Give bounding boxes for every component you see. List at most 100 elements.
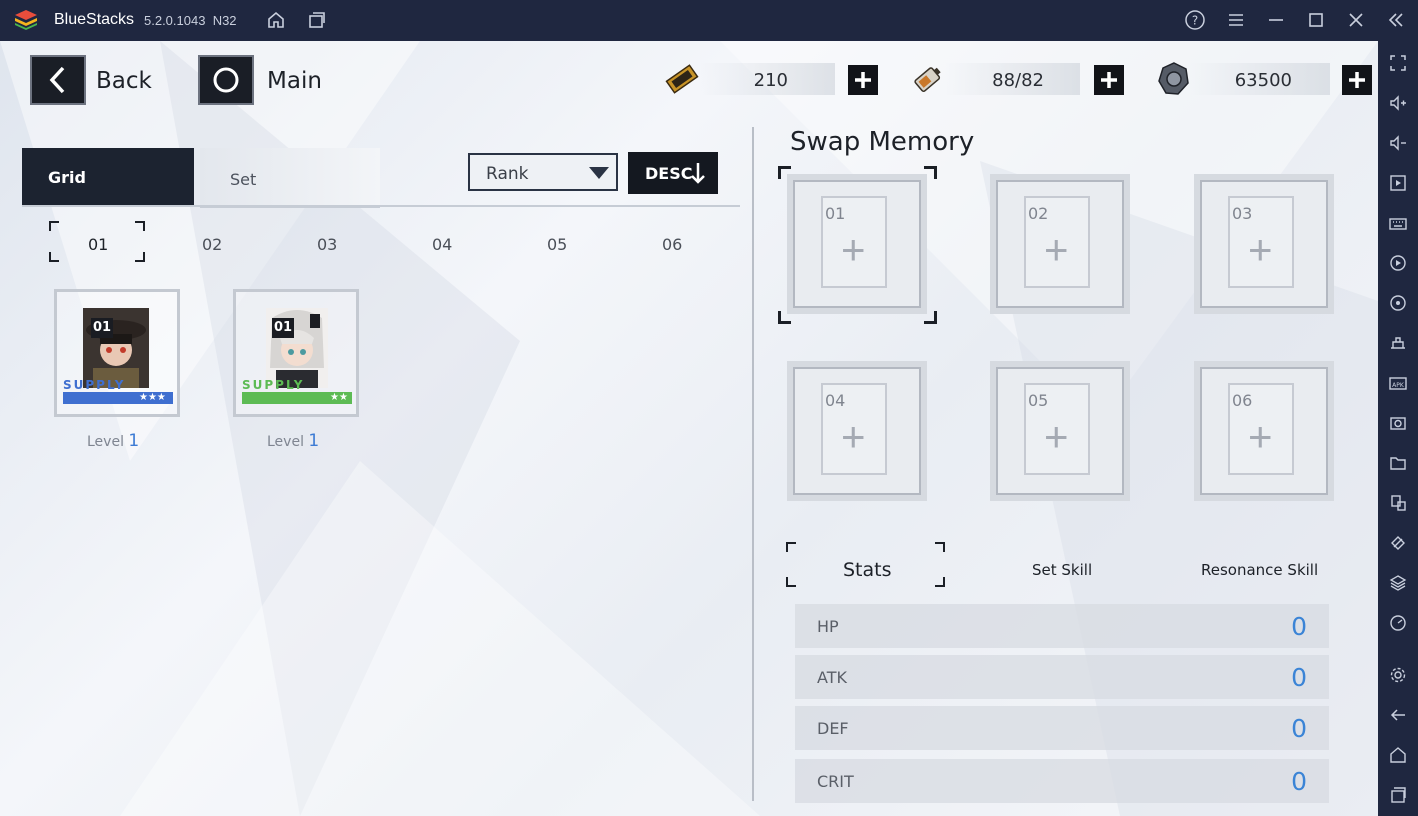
card-1-level-label: Level xyxy=(87,434,124,450)
number-tab-06[interactable]: 06 xyxy=(662,235,682,254)
layers-icon[interactable] xyxy=(1386,571,1410,595)
number-tab-01[interactable]: 01 xyxy=(88,235,108,254)
sort-order-button[interactable]: DESC xyxy=(628,152,718,194)
bluestacks-sidebar: APK xyxy=(1378,41,1418,816)
multi-instance-icon[interactable] xyxy=(304,8,328,32)
tab-set-label: Set xyxy=(230,170,257,189)
selection-bracket-br xyxy=(135,252,145,262)
selection-bracket-tr xyxy=(135,221,145,231)
tab-resonance-skill[interactable]: Resonance Skill xyxy=(1201,561,1318,579)
volume-up-icon[interactable] xyxy=(1386,91,1410,115)
number-tab-05[interactable]: 05 xyxy=(547,235,567,254)
main-button[interactable] xyxy=(198,55,254,105)
menu-icon[interactable] xyxy=(1224,8,1248,32)
stats-bracket-bl xyxy=(786,577,796,587)
arrow-down-icon xyxy=(691,163,705,184)
dropdown-triangle-icon xyxy=(589,167,609,179)
card-1-id: 01 xyxy=(91,318,113,338)
keyboard-icon[interactable] xyxy=(1386,211,1410,235)
card-2-level-label: Level xyxy=(267,434,304,450)
screen-record-icon[interactable] xyxy=(1386,171,1410,195)
card-2-stars: ★★ xyxy=(330,392,348,403)
battery-icon xyxy=(914,67,941,93)
svg-text:APK: APK xyxy=(1392,382,1405,389)
add-resource-1-button[interactable] xyxy=(848,65,878,95)
card-2-id: 01 xyxy=(272,318,294,338)
back-button[interactable] xyxy=(30,55,86,105)
install-apk-icon[interactable]: APK xyxy=(1386,371,1410,395)
memory-slot-01[interactable]: 01 + xyxy=(787,174,927,314)
slot-number: 03 xyxy=(1232,204,1253,223)
add-resource-2-button[interactable] xyxy=(1094,65,1124,95)
title-bar: BlueStacks 5.2.0.1043 N32 ? xyxy=(0,0,1418,41)
circle-icon xyxy=(213,67,239,93)
sort-select[interactable]: Rank xyxy=(468,153,618,191)
eco-mode-icon[interactable] xyxy=(1386,531,1410,555)
bluestacks-logo xyxy=(15,10,37,30)
number-tab-03[interactable]: 03 xyxy=(317,235,337,254)
add-resource-3-button[interactable] xyxy=(1342,65,1372,95)
memory-card-2[interactable]: 01 SUPPLY ★★ xyxy=(233,289,359,417)
plus-icon: + xyxy=(841,413,866,460)
operations-icon[interactable] xyxy=(1386,331,1410,355)
memory-card-1[interactable]: 01 SUPPLY ★★★ xyxy=(54,289,180,417)
app-version-info: 5.2.0.1043 N32 xyxy=(144,13,237,28)
game-screen: Back Main 210 88/82 63500 Grid Set Rank … xyxy=(0,41,1378,816)
swap-memory-title: Swap Memory xyxy=(790,127,975,157)
panel-divider xyxy=(752,127,754,801)
back-label[interactable]: Back xyxy=(96,68,152,94)
screenshot-icon[interactable] xyxy=(1386,411,1410,435)
resource-value-1: 210 xyxy=(753,70,788,91)
macro-icon[interactable] xyxy=(1386,251,1410,275)
android-home-icon[interactable] xyxy=(1386,743,1410,767)
memory-slot-02[interactable]: 02 + xyxy=(990,174,1130,314)
tab-underline xyxy=(22,205,740,207)
plus-icon: + xyxy=(841,226,866,273)
plus-icon xyxy=(855,72,871,88)
plus-icon: + xyxy=(1248,413,1273,460)
rotate-icon[interactable] xyxy=(1386,291,1410,315)
tab-stats[interactable]: Stats xyxy=(843,559,892,581)
fullscreen-icon[interactable] xyxy=(1386,51,1410,75)
settings-icon[interactable] xyxy=(1386,663,1410,687)
resource-value-2: 88/82 xyxy=(992,70,1044,91)
stats-bracket-tr xyxy=(935,542,945,552)
card-2-badge: SUPPLY xyxy=(242,378,305,392)
sort-order-label: DESC xyxy=(645,164,693,183)
card-1-badge: SUPPLY xyxy=(63,378,126,392)
tab-grid[interactable]: Grid xyxy=(22,148,194,206)
gold-ticket-icon xyxy=(665,64,699,94)
number-tab-04[interactable]: 04 xyxy=(432,235,452,254)
selection-bracket-tl xyxy=(49,221,59,231)
close-icon[interactable] xyxy=(1344,8,1368,32)
minimize-icon[interactable] xyxy=(1264,8,1288,32)
stat-value: 0 xyxy=(1291,767,1307,796)
card-2-level-value: 1 xyxy=(308,431,320,451)
tab-set[interactable]: Set xyxy=(200,148,380,208)
maximize-icon[interactable] xyxy=(1304,8,1328,32)
memory-slot-04[interactable]: 04 + xyxy=(787,361,927,501)
folder-icon[interactable] xyxy=(1386,451,1410,475)
main-label[interactable]: Main xyxy=(267,68,322,94)
back-arrow-icon[interactable] xyxy=(1386,703,1410,727)
slot-number: 06 xyxy=(1232,391,1253,410)
home-icon[interactable] xyxy=(264,8,288,32)
card-1-stars: ★★★ xyxy=(139,392,166,403)
collapse-sidebar-icon[interactable] xyxy=(1384,8,1408,32)
stat-label: DEF xyxy=(817,719,849,738)
recent-apps-icon[interactable] xyxy=(1386,783,1410,807)
volume-down-icon[interactable] xyxy=(1386,131,1410,155)
slot-number: 01 xyxy=(825,204,846,223)
multi-window-icon[interactable] xyxy=(1386,491,1410,515)
plus-icon: + xyxy=(1248,226,1273,273)
stats-bracket-br xyxy=(935,577,945,587)
help-icon[interactable]: ? xyxy=(1183,8,1207,32)
memory-slot-05[interactable]: 05 + xyxy=(990,361,1130,501)
performance-icon[interactable] xyxy=(1386,611,1410,635)
app-version: 5.2.0.1043 xyxy=(144,13,206,28)
tab-set-skill[interactable]: Set Skill xyxy=(1032,561,1092,579)
memory-slot-06[interactable]: 06 + xyxy=(1194,361,1334,501)
memory-slot-03[interactable]: 03 + xyxy=(1194,174,1334,314)
stat-row-hp: HP 0 xyxy=(795,604,1329,648)
number-tab-02[interactable]: 02 xyxy=(202,235,222,254)
